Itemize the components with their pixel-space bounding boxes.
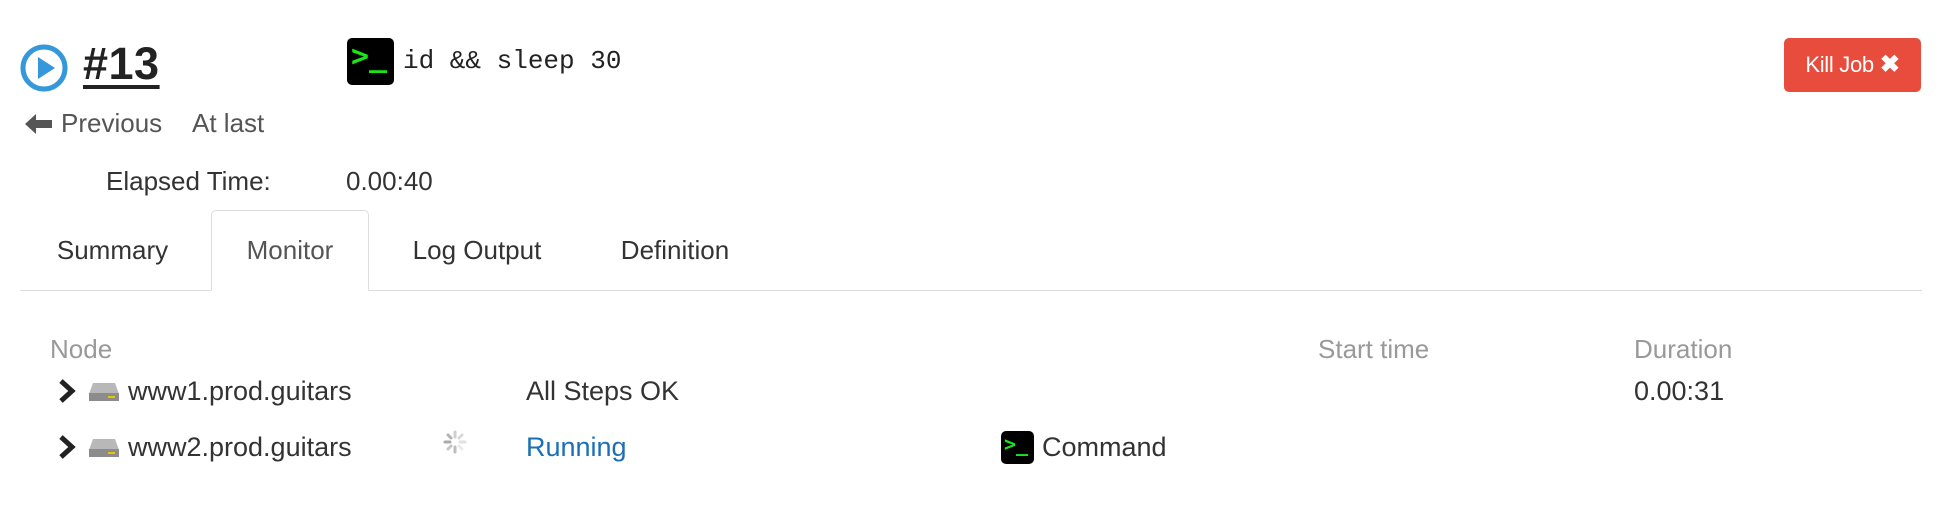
previous-link[interactable]: Previous (25, 108, 162, 139)
node-name[interactable]: www1.prod.guitars (128, 376, 352, 407)
column-header-node: Node (50, 334, 113, 364)
chevron-right-icon[interactable] (57, 378, 77, 404)
column-header-duration: Duration (1634, 334, 1733, 364)
server-icon (89, 383, 119, 401)
at-last-label: At last (192, 108, 265, 138)
node-status: All Steps OK (526, 376, 680, 406)
table-row[interactable]: www2.prod.guitars Running >_ Command (0, 426, 1940, 470)
table-row[interactable]: www1.prod.guitars All Steps OK 0.00:31 (0, 370, 1940, 414)
loading-spinner-icon (443, 430, 467, 454)
arrow-left-icon (25, 113, 52, 134)
kill-job-label: Kill Job (1805, 52, 1874, 77)
tab-log-output[interactable]: Log Output (383, 210, 571, 290)
terminal-icon: >_ (1001, 431, 1034, 464)
column-header-start-time: Start time (1318, 334, 1430, 364)
previous-label: Previous (61, 108, 163, 138)
job-id-link[interactable]: #13 (83, 38, 160, 90)
node-status-running-link[interactable]: Running (526, 432, 627, 463)
kill-job-button[interactable]: Kill Job ✖ (1784, 38, 1921, 92)
chevron-right-icon[interactable] (57, 434, 77, 460)
tab-definition[interactable]: Definition (590, 210, 760, 290)
job-command: id && sleep 30 (403, 46, 622, 76)
elapsed-time-label: Elapsed Time: (106, 166, 271, 196)
tab-monitor[interactable]: Monitor (211, 210, 369, 291)
elapsed-time-value: 0.00:40 (346, 166, 433, 196)
node-duration: 0.00:31 (1634, 376, 1725, 406)
server-icon (89, 439, 119, 457)
play-circle-icon (20, 44, 68, 92)
terminal-icon: >_ (347, 38, 394, 85)
node-name[interactable]: www2.prod.guitars (128, 432, 352, 463)
tab-summary[interactable]: Summary (30, 210, 195, 290)
close-icon: ✖ (1879, 51, 1900, 78)
step-label: Command (1042, 432, 1167, 462)
